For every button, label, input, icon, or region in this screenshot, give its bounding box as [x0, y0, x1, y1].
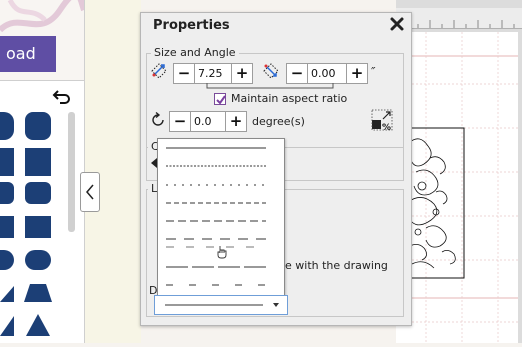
left-pane: oad [0, 0, 84, 343]
shape-thumb[interactable] [0, 314, 14, 336]
width-input[interactable]: 7.25 [194, 63, 232, 84]
line-style-options [166, 147, 266, 286]
checkmark-icon [216, 95, 226, 105]
rotate-decrement-button[interactable]: − [169, 111, 191, 132]
line-style-dropdown-list [157, 138, 285, 296]
maintain-aspect-checkbox[interactable] [214, 93, 226, 105]
shape-thumb[interactable] [24, 282, 52, 302]
shape-thumb[interactable] [25, 148, 51, 176]
size-angle-legend: Size and Angle [151, 46, 239, 59]
chevron-left-icon [86, 184, 94, 200]
scale-with-drawing-label: e with the drawing [285, 259, 388, 272]
height-decrement-button[interactable]: − [286, 63, 308, 84]
shape-thumb[interactable] [25, 250, 51, 270]
shape-thumb[interactable] [25, 182, 51, 204]
scale-percent-icon[interactable]: % [371, 109, 393, 131]
shape-thumb[interactable] [0, 112, 14, 140]
undo-icon[interactable] [52, 88, 72, 104]
dialog-title: Properties [153, 18, 230, 33]
rotate-input[interactable]: 0.0 [190, 111, 226, 132]
horizontal-ruler [396, 8, 522, 29]
width-increment-button[interactable]: + [231, 63, 253, 84]
hand-cursor-icon [217, 246, 227, 259]
maintain-aspect-label: Maintain aspect ratio [231, 92, 348, 105]
height-icon [263, 63, 279, 79]
shape-thumb[interactable] [0, 182, 14, 204]
shape-thumb[interactable] [24, 312, 52, 336]
shape-thumb[interactable] [25, 112, 51, 140]
shape-list-scrollbar[interactable] [68, 112, 75, 232]
line-style-select[interactable] [154, 295, 288, 315]
shape-thumb[interactable] [0, 216, 14, 238]
height-input[interactable]: 0.00 [307, 63, 347, 84]
shape-thumb[interactable] [0, 148, 14, 176]
close-icon[interactable] [389, 16, 405, 32]
rotate-unit-label: degree(s) [252, 115, 305, 128]
shape-thumb[interactable] [25, 216, 51, 238]
collapse-panel-button[interactable] [80, 172, 100, 212]
rotate-icon [152, 111, 164, 126]
width-decrement-button[interactable]: − [173, 63, 195, 84]
design-canvas[interactable] [396, 0, 522, 343]
unit-label: ″ [371, 65, 376, 79]
load-button[interactable]: oad [0, 36, 56, 72]
height-increment-button[interactable]: + [346, 63, 368, 84]
dropdown-arrow-icon [273, 303, 279, 307]
canvas-paper [396, 32, 518, 343]
rotate-increment-button[interactable]: + [225, 111, 247, 132]
decorative-swirl [0, 0, 84, 33]
svg-text:%: % [382, 123, 391, 131]
shape-thumb[interactable] [0, 282, 14, 302]
width-icon [151, 63, 167, 79]
